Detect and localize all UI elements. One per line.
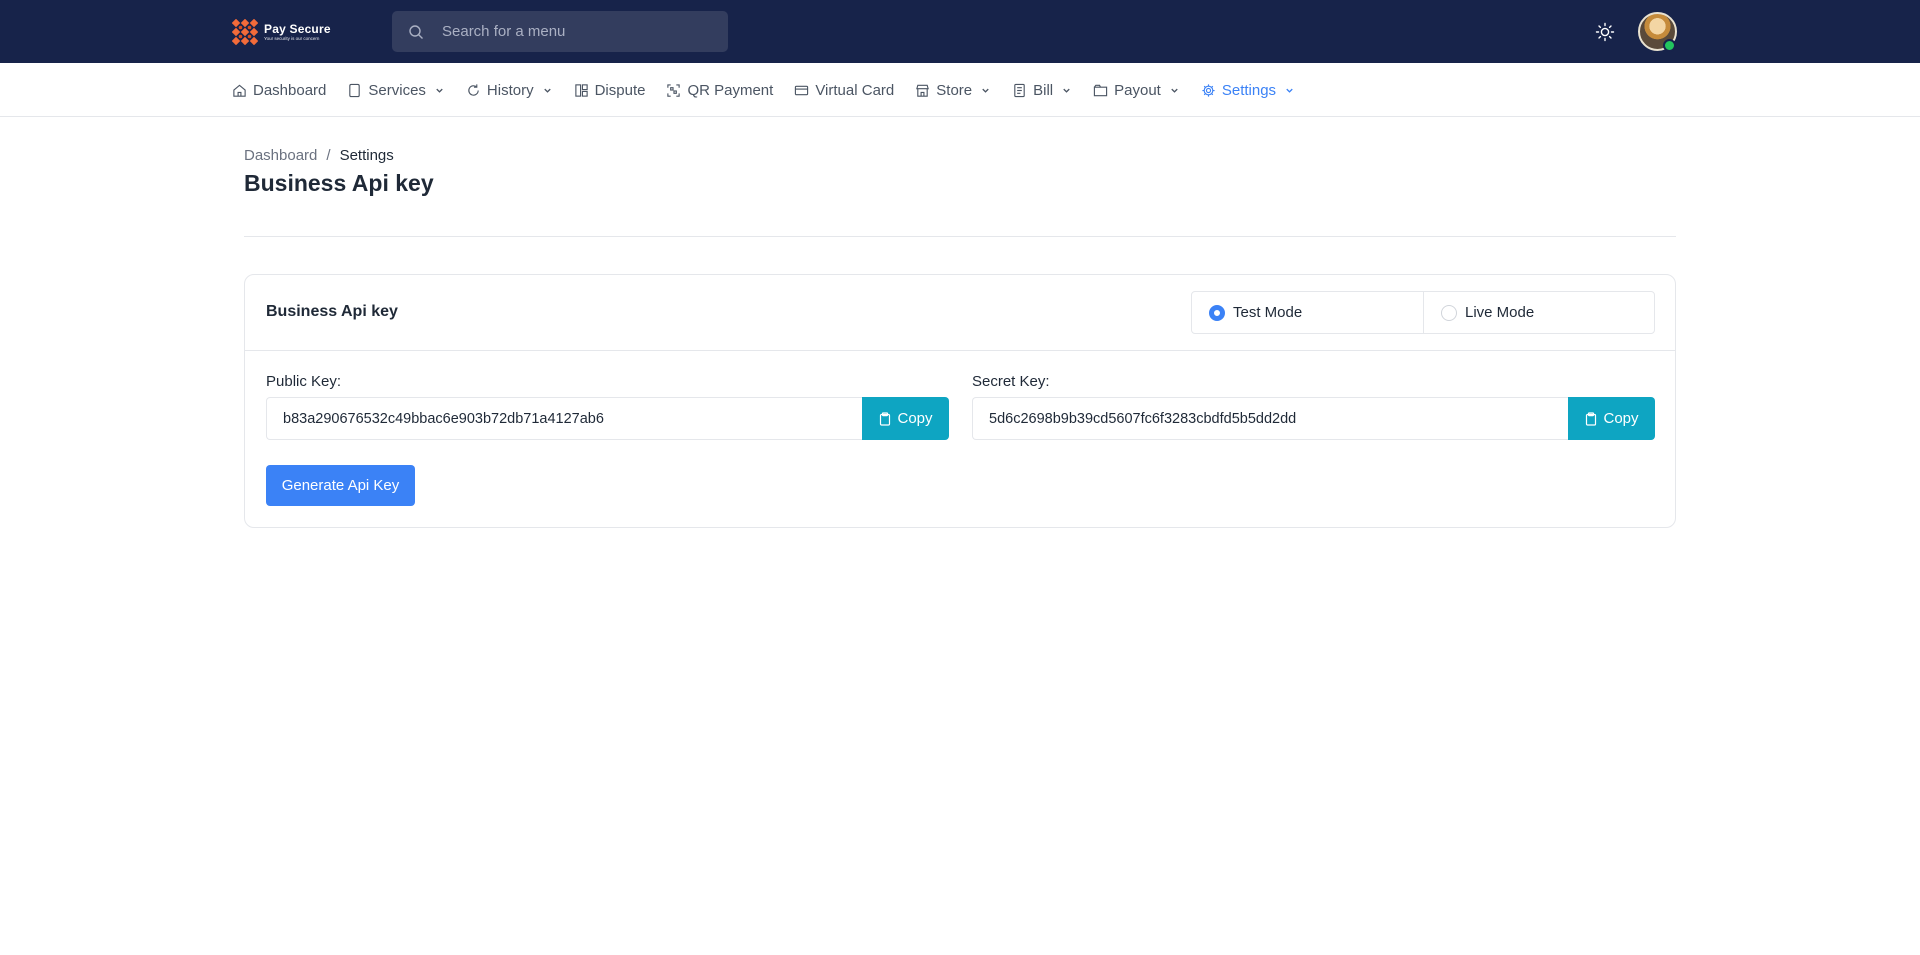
- nav-item-settings[interactable]: Settings: [1201, 63, 1295, 117]
- store-icon: [916, 84, 930, 97]
- logo-text: Pay Secure Your security is our concern: [264, 23, 331, 42]
- nav-item-bill[interactable]: Bill: [1012, 63, 1072, 117]
- chevron-down-icon: [1171, 88, 1178, 93]
- test-mode-radio[interactable]: [1209, 305, 1225, 321]
- nav-item-dashboard[interactable]: Dashboard: [232, 63, 326, 117]
- page-title: Business Api key: [244, 170, 434, 196]
- breadcrumb-dashboard[interactable]: Dashboard: [244, 147, 317, 164]
- live-mode-radio[interactable]: [1441, 305, 1457, 321]
- nav-label: History: [486, 81, 534, 99]
- pay-secure-logo-icon: [232, 19, 258, 45]
- clipboard-icon: [880, 411, 891, 426]
- card-header: Business Api key Test Mode Live Mode: [245, 275, 1675, 351]
- logo-tagline: Your security is our concern: [264, 35, 320, 41]
- nav-item-services[interactable]: Services: [347, 63, 445, 117]
- secret-key-label: Secret Key:: [972, 373, 1050, 390]
- copy-public-key-button[interactable]: Copy: [862, 397, 949, 440]
- search-bar: [392, 11, 728, 52]
- nav-label: Services: [368, 81, 426, 99]
- refresh-icon: [468, 83, 479, 96]
- chevron-down-icon: [982, 88, 989, 93]
- logo[interactable]: Pay Secure Your security is our concern: [232, 19, 331, 45]
- nav-item-store[interactable]: Store: [915, 63, 991, 117]
- copy-label: Copy: [1603, 410, 1639, 427]
- breadcrumb-current: Settings: [339, 147, 394, 164]
- copy-label: Copy: [897, 410, 933, 427]
- nav-label: Store: [936, 81, 973, 99]
- gear-icon: [1202, 83, 1215, 97]
- nav-label: Dispute: [594, 81, 646, 99]
- receipt-icon: [1014, 83, 1025, 97]
- card-icon: [795, 85, 809, 95]
- live-mode-option[interactable]: Live Mode: [1423, 292, 1654, 333]
- public-key-input[interactable]: [266, 397, 862, 440]
- search-icon: [409, 25, 423, 39]
- copy-secret-key-button[interactable]: Copy: [1568, 397, 1655, 440]
- nav-label: Bill: [1033, 81, 1054, 99]
- divider: [244, 236, 1676, 237]
- main-nav: Dashboard Services History Dispute QR Pa…: [0, 63, 1920, 117]
- qr-icon: [667, 83, 681, 97]
- clipboard-icon: [1586, 411, 1597, 426]
- live-mode-label: Live Mode: [1465, 304, 1535, 321]
- breadcrumb: Dashboard / Settings: [244, 147, 394, 164]
- nav-label: Dashboard: [253, 81, 327, 99]
- page-icon: [349, 83, 361, 97]
- breadcrumb-separator: /: [326, 147, 331, 164]
- mode-toggle: Test Mode Live Mode: [1191, 291, 1655, 334]
- nav-item-virtual-card[interactable]: Virtual Card: [794, 63, 894, 117]
- logo-name: Pay Secure: [264, 21, 331, 36]
- nav-list: Dashboard Services History Dispute QR Pa…: [232, 63, 1316, 117]
- nav-item-qr-payment[interactable]: QR Payment: [666, 63, 773, 117]
- chevron-down-icon: [1063, 88, 1070, 93]
- chevron-down-icon: [543, 88, 551, 93]
- chevron-down-icon: [436, 88, 443, 93]
- card-title: Business Api key: [266, 303, 398, 320]
- wallet-icon: [1093, 84, 1108, 96]
- nav-label: QR Payment: [687, 81, 774, 99]
- nav-item-payout[interactable]: Payout: [1093, 63, 1180, 117]
- top-header: Pay Secure Your security is our concern: [0, 0, 1920, 63]
- home-icon: [233, 84, 246, 97]
- layout-icon: [574, 83, 588, 97]
- api-key-card: Business Api key Test Mode Live Mode Pub…: [244, 274, 1676, 528]
- test-mode-label: Test Mode: [1233, 304, 1303, 321]
- nav-label: Virtual Card: [815, 81, 895, 99]
- nav-label: Payout: [1114, 81, 1161, 99]
- secret-key-input[interactable]: [972, 397, 1568, 440]
- nav-item-dispute[interactable]: Dispute: [574, 63, 646, 117]
- nav-item-history[interactable]: History: [466, 63, 553, 117]
- nav-label: Settings: [1221, 81, 1277, 99]
- public-key-label: Public Key:: [266, 373, 342, 390]
- generate-api-key-button[interactable]: Generate Api Key: [266, 465, 415, 506]
- sun-icon[interactable]: [1594, 21, 1616, 43]
- search-input[interactable]: [442, 11, 712, 52]
- online-status-badge: [1663, 39, 1676, 52]
- test-mode-option[interactable]: Test Mode: [1192, 292, 1423, 333]
- chevron-down-icon: [1286, 88, 1293, 93]
